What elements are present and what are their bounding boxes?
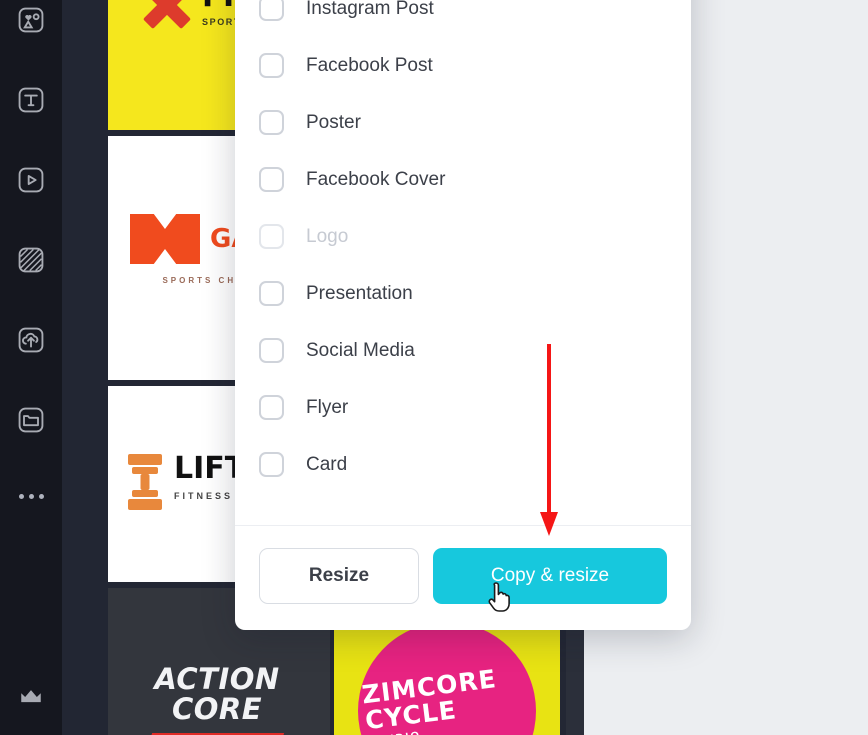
more-icon[interactable] (18, 476, 44, 516)
elements-icon[interactable] (11, 0, 51, 40)
template-line-1: ACTION (154, 662, 280, 696)
preset-option-label: Flyer (306, 396, 349, 418)
checkbox[interactable] (259, 395, 284, 420)
preset-option-label: Presentation (306, 282, 413, 304)
video-icon[interactable] (11, 160, 51, 200)
checkbox[interactable] (259, 110, 284, 135)
preset-option-card[interactable]: Card (259, 436, 667, 493)
checkbox[interactable] (259, 0, 284, 21)
crown-icon[interactable] (11, 677, 51, 717)
checkbox[interactable] (259, 338, 284, 363)
left-icon-rail[interactable] (0, 0, 62, 735)
preset-option-poster[interactable]: Poster (259, 94, 667, 151)
preset-option-label: Poster (306, 111, 361, 133)
checkbox[interactable] (259, 452, 284, 477)
text-icon[interactable] (11, 80, 51, 120)
preset-option-facebook-cover[interactable]: Facebook Cover (259, 151, 667, 208)
checkbox[interactable] (259, 53, 284, 78)
preset-option-instagram-post[interactable]: Instagram Post (259, 0, 667, 37)
checkbox[interactable] (259, 281, 284, 306)
resize-dialog: 1000 1000 px Instagram Post Facebook Pos… (235, 0, 691, 630)
dialog-footer: Resize Copy & resize (235, 525, 691, 630)
app-root: PISTE SPORTS STO GAM SPORTS CHA (0, 0, 868, 735)
preset-option-logo: Logo (259, 208, 667, 265)
preset-option-flyer[interactable]: Flyer (259, 379, 667, 436)
action-core-logo: ACTION CORE (104, 664, 330, 735)
copy-and-resize-button[interactable]: Copy & resize (433, 548, 667, 604)
resize-button[interactable]: Resize (259, 548, 419, 604)
preset-option-label: Card (306, 453, 348, 475)
preset-option-label: Social Media (306, 339, 415, 361)
template-panel-column (62, 0, 108, 735)
x-mark-icon (130, 214, 200, 264)
template-line-2: CORE (171, 692, 263, 727)
preset-option-social-media[interactable]: Social Media (259, 322, 667, 379)
preset-option-label: Logo (306, 225, 349, 247)
background-icon[interactable] (11, 240, 51, 280)
checkbox[interactable] (259, 167, 284, 192)
preset-option-label: Facebook Cover (306, 168, 446, 190)
dumbbell-icon (126, 454, 164, 510)
upload-icon[interactable] (11, 320, 51, 360)
preset-option-label: Instagram Post (306, 0, 434, 19)
x-mark-icon (144, 0, 190, 28)
preset-option-facebook-post[interactable]: Facebook Post (259, 37, 667, 94)
checkbox (259, 224, 284, 249)
preset-option-list[interactable]: Instagram Post Facebook Post Poster Face… (235, 0, 691, 525)
preset-option-label: Facebook Post (306, 54, 433, 76)
preset-option-presentation[interactable]: Presentation (259, 265, 667, 322)
folder-icon[interactable] (11, 400, 51, 440)
